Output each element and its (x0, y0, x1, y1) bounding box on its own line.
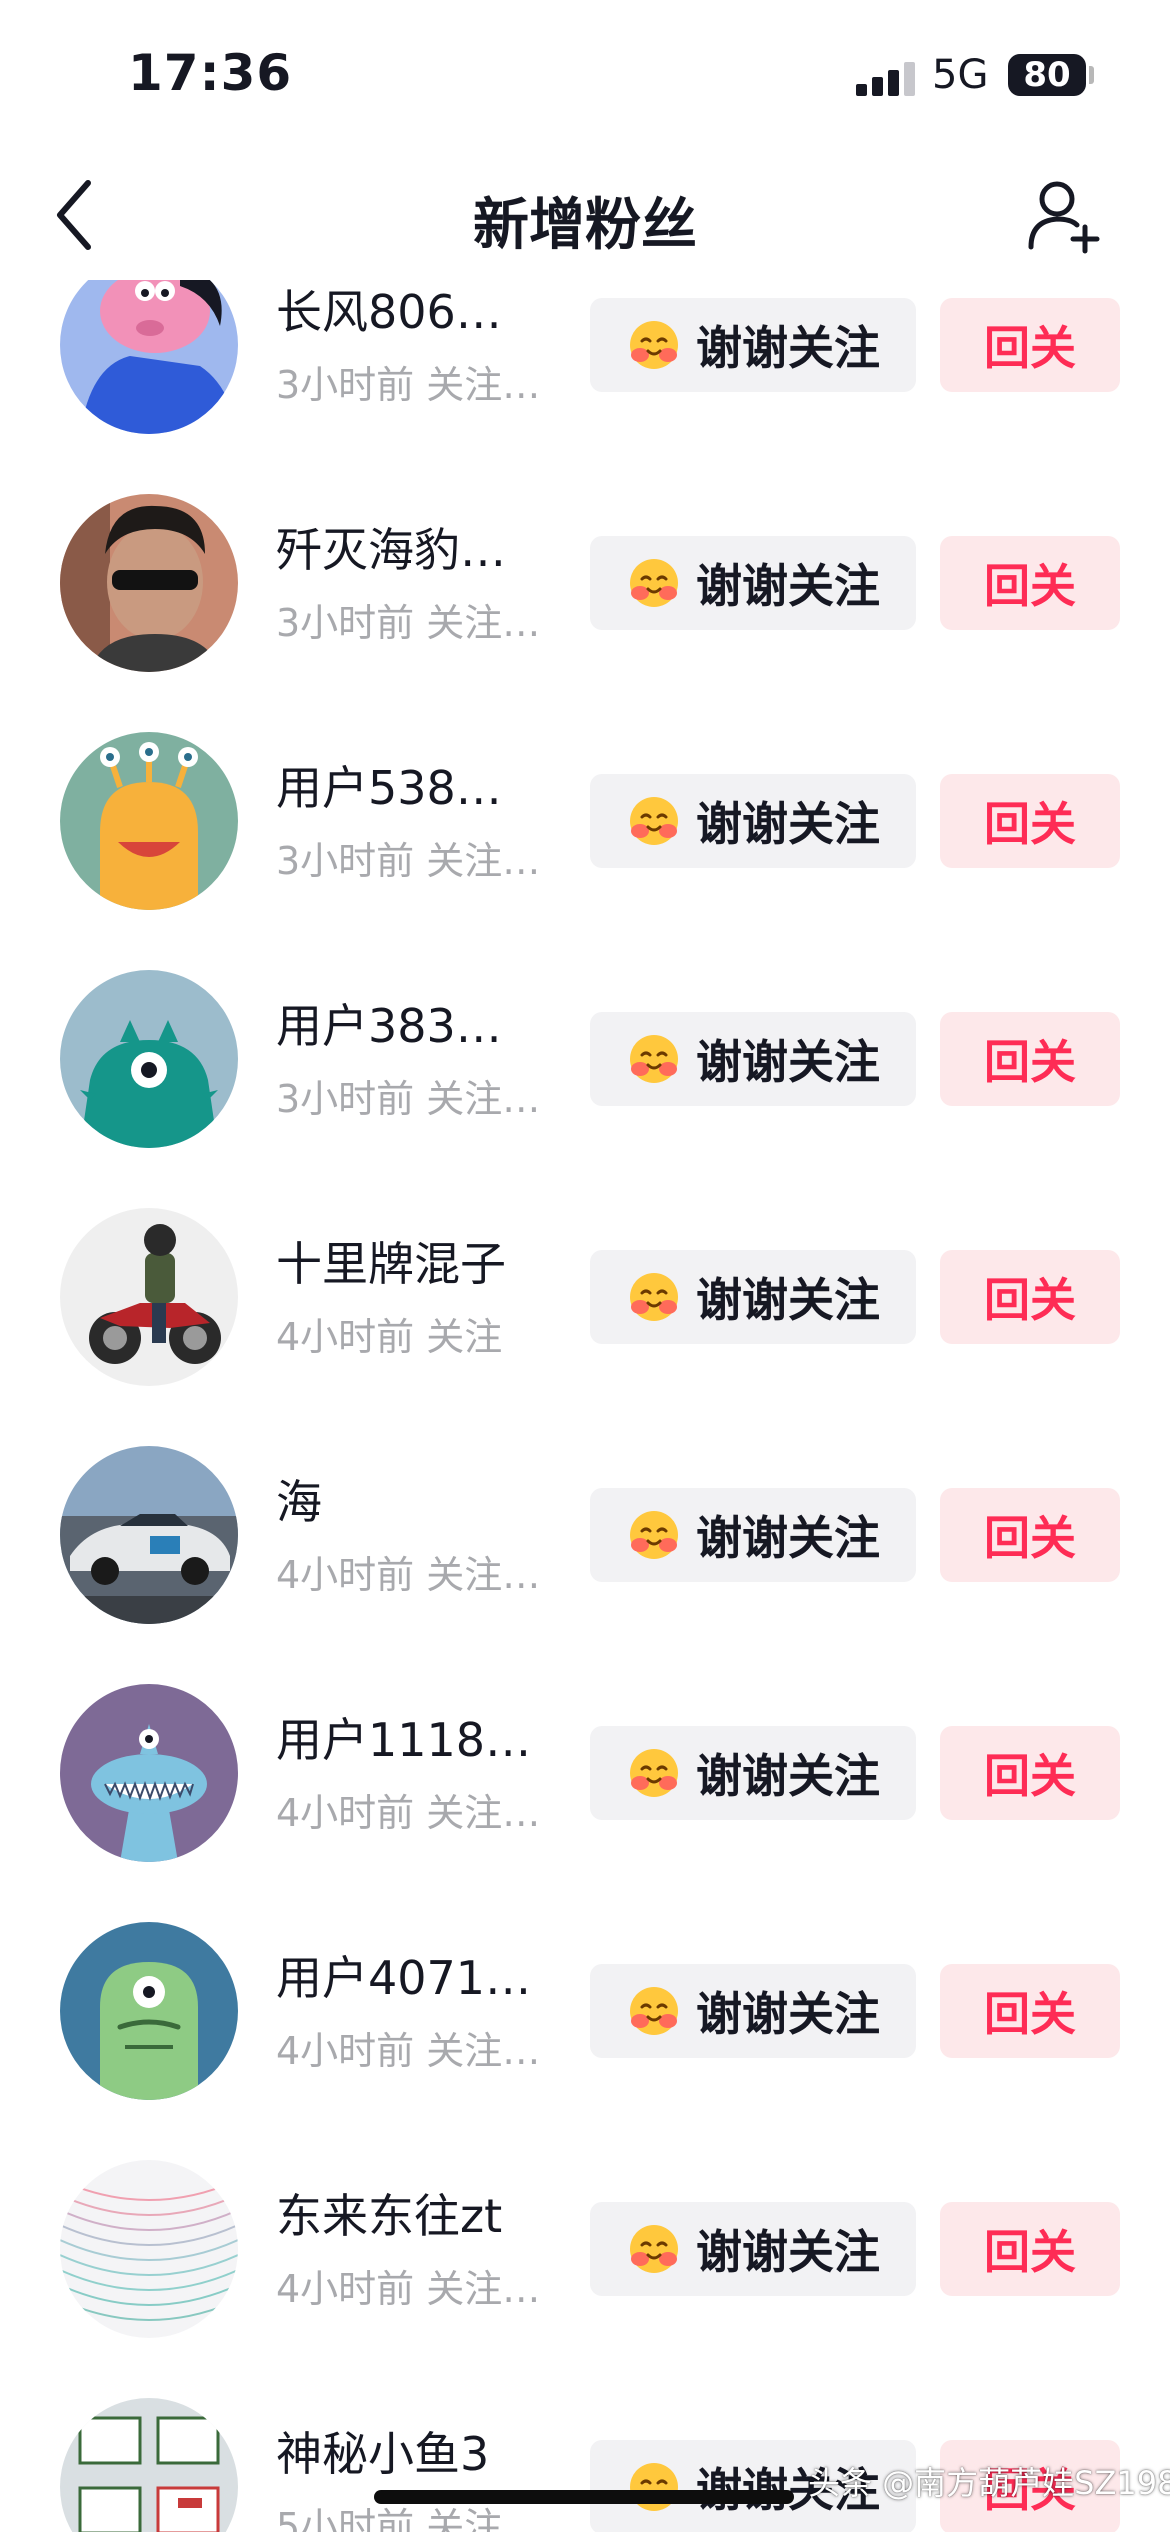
follow-back-label: 回关 (984, 797, 1076, 851)
follow-time: 4小时前 关注… (276, 1791, 541, 1835)
photo-man-sunglasses-avatar[interactable] (60, 494, 238, 672)
follow-time: 3小时前 关注… (276, 839, 541, 883)
follow-time: 3小时前 关注… (276, 363, 541, 407)
hug-emoji-icon (630, 559, 678, 607)
follower-name[interactable]: 十里牌混子 (276, 1228, 506, 1294)
page-title: 新增粉丝 (473, 193, 697, 258)
follower-name[interactable]: 长风806… (276, 280, 502, 342)
race-car-avatar[interactable] (60, 1446, 238, 1624)
follow-back-button[interactable]: 回关 (940, 298, 1120, 392)
thanks-follow-button[interactable]: 谢谢关注 (590, 774, 916, 868)
add-friend-button[interactable] (1020, 170, 1110, 260)
thanks-follow-label: 谢谢关注 (696, 1511, 880, 1565)
follower-name[interactable]: 用户4071… (276, 1942, 531, 2008)
follower-name[interactable]: 海 (276, 1466, 322, 1532)
thanks-follow-button[interactable]: 谢谢关注 (590, 1964, 916, 2058)
network-label: 5G (932, 52, 989, 98)
follower-name[interactable]: 歼灭海豹… (276, 514, 506, 580)
purple-monster-avatar[interactable] (60, 1684, 238, 1862)
thanks-follow-label: 谢谢关注 (696, 797, 880, 851)
thanks-follow-button[interactable]: 谢谢关注 (590, 298, 916, 392)
follow-back-button[interactable]: 回关 (940, 1726, 1120, 1820)
follow-time: 3小时前 关注… (276, 1077, 541, 1121)
follow-back-label: 回关 (984, 1035, 1076, 1089)
watermark: 头条 @南方葫芦娃SZ198 (808, 2464, 1170, 2502)
nav-bar: 新增粉丝 (0, 150, 1170, 280)
follow-time: 4小时前 关注… (276, 2267, 541, 2311)
follow-back-label: 回关 (984, 2225, 1076, 2279)
motorcycle-rider-avatar[interactable] (60, 1208, 238, 1386)
follower-row[interactable]: 东来东往zt 4小时前 关注… 谢谢关注 回关 (0, 2130, 1170, 2368)
notice-photo-avatar[interactable] (60, 2398, 238, 2532)
hug-emoji-icon (630, 797, 678, 845)
hug-emoji-icon (630, 2463, 678, 2511)
follow-back-label: 回关 (984, 1987, 1076, 2041)
follow-time: 3小时前 关注… (276, 601, 541, 645)
hug-emoji-icon (630, 1749, 678, 1797)
pink-monster-avatar[interactable] (60, 280, 238, 434)
thanks-follow-button[interactable]: 谢谢关注 (590, 536, 916, 630)
follower-name[interactable]: 用户383… (276, 990, 502, 1056)
hug-emoji-icon (630, 1273, 678, 1321)
follow-back-button[interactable]: 回关 (940, 774, 1120, 868)
hug-emoji-icon (630, 1511, 678, 1559)
follower-list[interactable]: 长风806… 3小时前 关注… 谢谢关注 回关 歼灭海豹… 3小时前 关注… 谢… (0, 280, 1170, 2532)
thanks-follow-label: 谢谢关注 (696, 2225, 880, 2279)
home-indicator[interactable] (374, 2490, 794, 2504)
hug-emoji-icon (630, 1987, 678, 2035)
follow-back-button[interactable]: 回关 (940, 1250, 1120, 1344)
green-monster-avatar[interactable] (60, 1922, 238, 2100)
teal-monster-avatar[interactable] (60, 970, 238, 1148)
follow-back-button[interactable]: 回关 (940, 536, 1120, 630)
follow-back-label: 回关 (984, 559, 1076, 613)
thanks-follow-button[interactable]: 谢谢关注 (590, 1012, 916, 1106)
follower-name[interactable]: 神秘小鱼3 (276, 2418, 489, 2484)
follower-row[interactable]: 用户538… 3小时前 关注… 谢谢关注 回关 (0, 702, 1170, 940)
follow-time: 4小时前 关注… (276, 2029, 541, 2073)
add-user-icon (1028, 181, 1100, 254)
follow-back-label: 回关 (984, 1749, 1076, 1803)
follow-time: 4小时前 关注 (276, 1315, 503, 1359)
signal-icon (856, 62, 916, 96)
follower-row[interactable]: 海 4小时前 关注… 谢谢关注 回关 (0, 1416, 1170, 1654)
yellow-monster-avatar[interactable] (60, 732, 238, 910)
follower-row[interactable]: 长风806… 3小时前 关注… 谢谢关注 回关 (0, 280, 1170, 464)
battery-cap (1089, 66, 1094, 84)
thanks-follow-label: 谢谢关注 (696, 1035, 880, 1089)
status-time: 17:36 (128, 44, 293, 102)
follow-time: 4小时前 关注… (276, 1553, 541, 1597)
follow-back-button[interactable]: 回关 (940, 1488, 1120, 1582)
follow-back-label: 回关 (984, 321, 1076, 375)
follow-back-button[interactable]: 回关 (940, 1012, 1120, 1106)
thanks-follow-button[interactable]: 谢谢关注 (590, 1726, 916, 1820)
follower-name[interactable]: 用户538… (276, 752, 502, 818)
follow-back-label: 回关 (984, 1273, 1076, 1327)
hug-emoji-icon (630, 1035, 678, 1083)
thanks-follow-button[interactable]: 谢谢关注 (590, 2202, 916, 2296)
follower-name[interactable]: 东来东往zt (276, 2180, 502, 2246)
thanks-follow-label: 谢谢关注 (696, 559, 880, 613)
follower-name[interactable]: 用户1118… (276, 1704, 531, 1770)
thanks-follow-button[interactable]: 谢谢关注 (590, 1488, 916, 1582)
thanks-follow-label: 谢谢关注 (696, 1273, 880, 1327)
follow-back-button[interactable]: 回关 (940, 1964, 1120, 2058)
follower-row[interactable]: 用户1118… 4小时前 关注… 谢谢关注 回关 (0, 1654, 1170, 1892)
follower-row[interactable]: 神秘小鱼3 5小时前 关注… 谢谢关注 回关 (0, 2368, 1170, 2532)
hug-emoji-icon (630, 321, 678, 369)
thanks-follow-label: 谢谢关注 (696, 1749, 880, 1803)
follower-row[interactable]: 十里牌混子 4小时前 关注 谢谢关注 回关 (0, 1178, 1170, 1416)
follow-back-button[interactable]: 回关 (940, 2202, 1120, 2296)
hug-emoji-icon (630, 2225, 678, 2273)
thanks-follow-label: 谢谢关注 (696, 1987, 880, 2041)
thanks-follow-label: 谢谢关注 (696, 321, 880, 375)
follower-row[interactable]: 用户383… 3小时前 关注… 谢谢关注 回关 (0, 940, 1170, 1178)
follower-row[interactable]: 用户4071… 4小时前 关注… 谢谢关注 回关 (0, 1892, 1170, 2130)
status-bar: 17:36 5G 80 (0, 0, 1170, 150)
follow-back-label: 回关 (984, 1511, 1076, 1565)
follower-row[interactable]: 歼灭海豹… 3小时前 关注… 谢谢关注 回关 (0, 464, 1170, 702)
battery-icon: 80 (1008, 54, 1086, 96)
thanks-follow-button[interactable]: 谢谢关注 (590, 1250, 916, 1344)
line-pattern-avatar[interactable] (60, 2160, 238, 2338)
